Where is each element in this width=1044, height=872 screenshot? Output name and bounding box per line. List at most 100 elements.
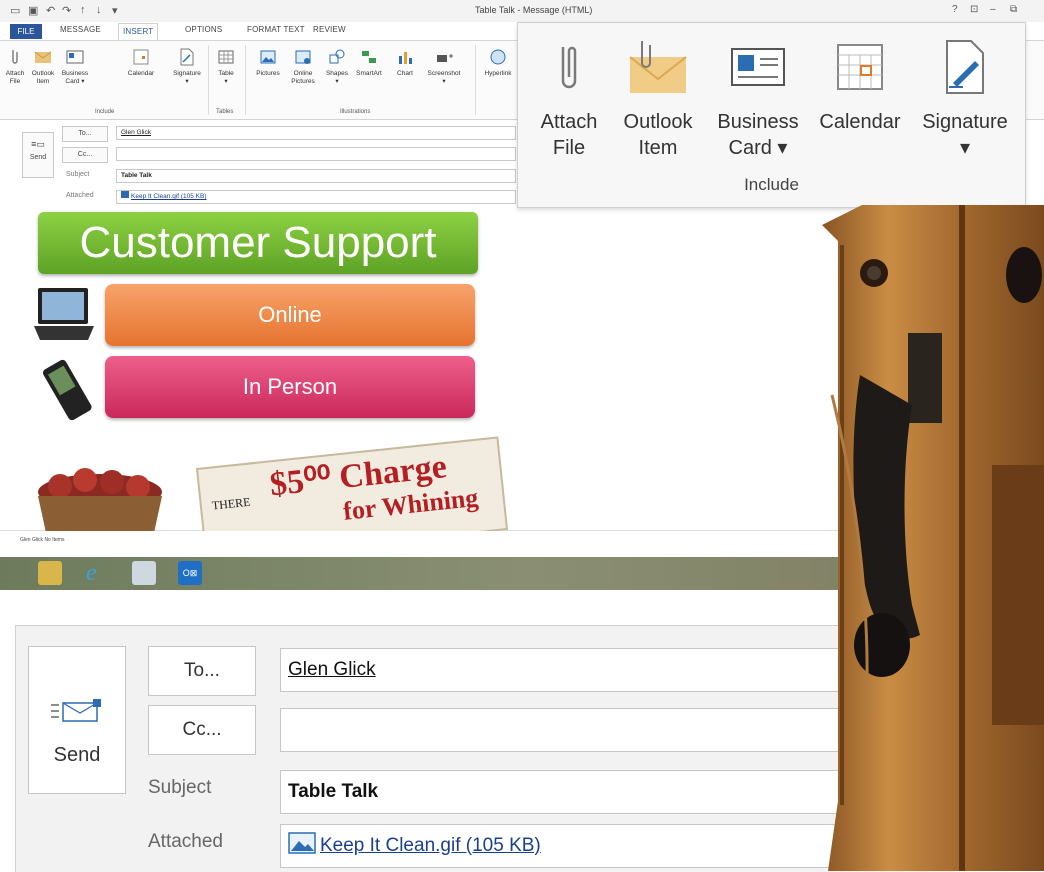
tab-review[interactable]: REVIEW <box>313 25 346 34</box>
calendar-button[interactable]: Calendar <box>126 47 156 78</box>
attached-label-small: Attached <box>66 192 94 199</box>
table-button[interactable]: Table ▾ <box>211 47 241 86</box>
outlook-taskbar-icon[interactable]: O⊠ <box>178 561 202 585</box>
outlook-app-icon[interactable]: ▭ <box>10 4 20 17</box>
shapes-button[interactable]: Shapes ▾ <box>322 47 352 86</box>
online-pictures-button[interactable]: Online Pictures <box>288 47 318 86</box>
include-group-label: Include <box>95 109 115 115</box>
business-card-button[interactable]: Business Card ▾ <box>60 47 90 86</box>
customize-qat-icon[interactable]: ▾ <box>112 4 118 17</box>
to-field-small[interactable]: Glen Glick <box>116 126 516 140</box>
pictures-label: Pictures <box>256 70 280 77</box>
antique-wall-telephone-image <box>822 205 1044 871</box>
business-card-button-large[interactable]: Business Card ▾ <box>706 37 810 161</box>
business-card-icon <box>66 50 84 64</box>
attach-file-label: Attach File <box>5 70 25 85</box>
signature-label: Signature ▾ <box>173 70 201 85</box>
table-label: Table ▾ <box>218 70 234 85</box>
chart-icon <box>399 52 412 64</box>
image-file-icon <box>288 832 316 854</box>
restore-button[interactable]: ⧉ <box>1010 4 1017 15</box>
signature-button[interactable]: Signature ▾ <box>172 47 202 86</box>
shapes-icon <box>329 49 345 64</box>
tab-options[interactable]: OPTIONS <box>185 25 222 34</box>
tables-group-label: Tables <box>216 109 234 115</box>
send-label: Send <box>53 744 101 766</box>
outlook-item-button-large[interactable]: Outlook Item <box>612 37 704 161</box>
attachment-small[interactable]: Keep It Clean.gif (105 KB) <box>116 190 516 204</box>
send-envelope-icon <box>51 699 101 722</box>
pictures-button[interactable]: Pictures <box>250 47 286 78</box>
send-button-small[interactable]: ≡▭ Send <box>22 132 54 178</box>
business-card-icon <box>731 48 785 86</box>
online-pictures-icon <box>295 50 311 64</box>
shapes-label: Shapes ▾ <box>325 70 349 85</box>
tab-message[interactable]: MESSAGE <box>60 25 101 34</box>
screenshot-button[interactable]: Screenshot ▾ <box>424 47 464 86</box>
internet-explorer-icon[interactable]: e <box>86 561 110 585</box>
tab-format-text[interactable]: FORMAT TEXT <box>247 25 305 34</box>
calendar-icon <box>837 44 883 90</box>
smartart-label: SmartArt <box>356 70 382 77</box>
attach-file-label-large: Attach File <box>540 111 598 159</box>
undo-icon[interactable]: ↶ <box>46 4 55 17</box>
include-group-label-large: Include <box>744 175 799 194</box>
tab-insert[interactable]: INSERT <box>118 23 159 40</box>
image-file-icon <box>121 191 129 198</box>
send-label-small: Send <box>29 154 47 161</box>
signature-icon <box>946 40 984 94</box>
calendar-label: Calendar <box>127 70 155 77</box>
attachment-name: Keep It Clean.gif (105 KB) <box>320 835 541 856</box>
up-arrow-icon[interactable]: ↑ <box>80 4 86 16</box>
file-explorer-icon[interactable] <box>38 561 62 585</box>
send-button[interactable]: Send <box>28 646 126 794</box>
group-separator <box>245 45 246 115</box>
outlook-item-button[interactable]: Outlook Item <box>28 47 58 86</box>
down-arrow-icon[interactable]: ↓ <box>96 4 102 16</box>
minimize-button[interactable]: – <box>990 4 996 15</box>
illustrations-group-label: Illustrations <box>340 109 371 115</box>
signature-icon <box>180 48 194 66</box>
media-center-icon[interactable] <box>132 561 156 585</box>
hyperlink-button[interactable]: Hyperlink <box>480 47 516 78</box>
status-text: Glen Glick No Items <box>20 537 65 543</box>
customer-support-banner: Customer Support <box>38 212 478 274</box>
hyperlink-label: Hyperlink <box>484 70 512 77</box>
calendar-button-large[interactable]: Calendar <box>810 37 910 135</box>
calendar-icon <box>133 49 149 65</box>
to-button[interactable]: To... <box>148 646 256 696</box>
title-bar: ▭ ▣ ↶ ↷ ↑ ↓ ▾ Table Talk - Message (HTML… <box>0 0 1044 23</box>
save-icon[interactable]: ▣ <box>28 4 38 17</box>
subject-field-small[interactable]: Table Talk <box>116 169 516 183</box>
cc-button-small[interactable]: Cc... <box>62 147 108 163</box>
in-person-button-graphic: In Person <box>105 356 475 418</box>
cc-field-small[interactable] <box>116 147 516 161</box>
signature-button-large[interactable]: Signature ▾ <box>912 37 1018 161</box>
attach-file-button[interactable]: Attach File <box>2 47 28 86</box>
redo-icon[interactable]: ↷ <box>62 4 71 17</box>
chart-label: Chart <box>397 70 413 77</box>
envelope-icon <box>629 41 687 93</box>
help-button[interactable]: ? <box>952 4 958 15</box>
outlook-item-label-large: Outlook Item <box>623 111 693 159</box>
envelope-icon <box>34 51 52 63</box>
to-button-small[interactable]: To... <box>62 126 108 142</box>
subject-label-small: Subject <box>66 171 90 178</box>
hyperlink-icon <box>490 49 506 65</box>
group-separator <box>475 45 476 115</box>
smartart-button[interactable]: SmartArt <box>352 47 386 78</box>
send-envelope-icon: ≡▭ <box>31 139 45 149</box>
attach-file-button-large[interactable]: Attach File <box>526 37 612 161</box>
attached-label: Attached <box>148 831 223 852</box>
laptop-icon <box>34 288 94 340</box>
smartart-icon <box>362 51 376 63</box>
cc-button[interactable]: Cc... <box>148 705 256 755</box>
business-card-label-large: Business Card ▾ <box>717 111 799 159</box>
tab-file[interactable]: FILE <box>10 24 42 39</box>
subject-label: Subject <box>148 777 212 798</box>
screenshot-icon <box>437 54 453 62</box>
window-title: Table Talk - Message (HTML) <box>475 5 593 15</box>
ribbon-display-button[interactable]: ⊡ <box>970 4 978 15</box>
chart-button[interactable]: Chart <box>390 47 420 78</box>
group-separator <box>208 45 209 115</box>
